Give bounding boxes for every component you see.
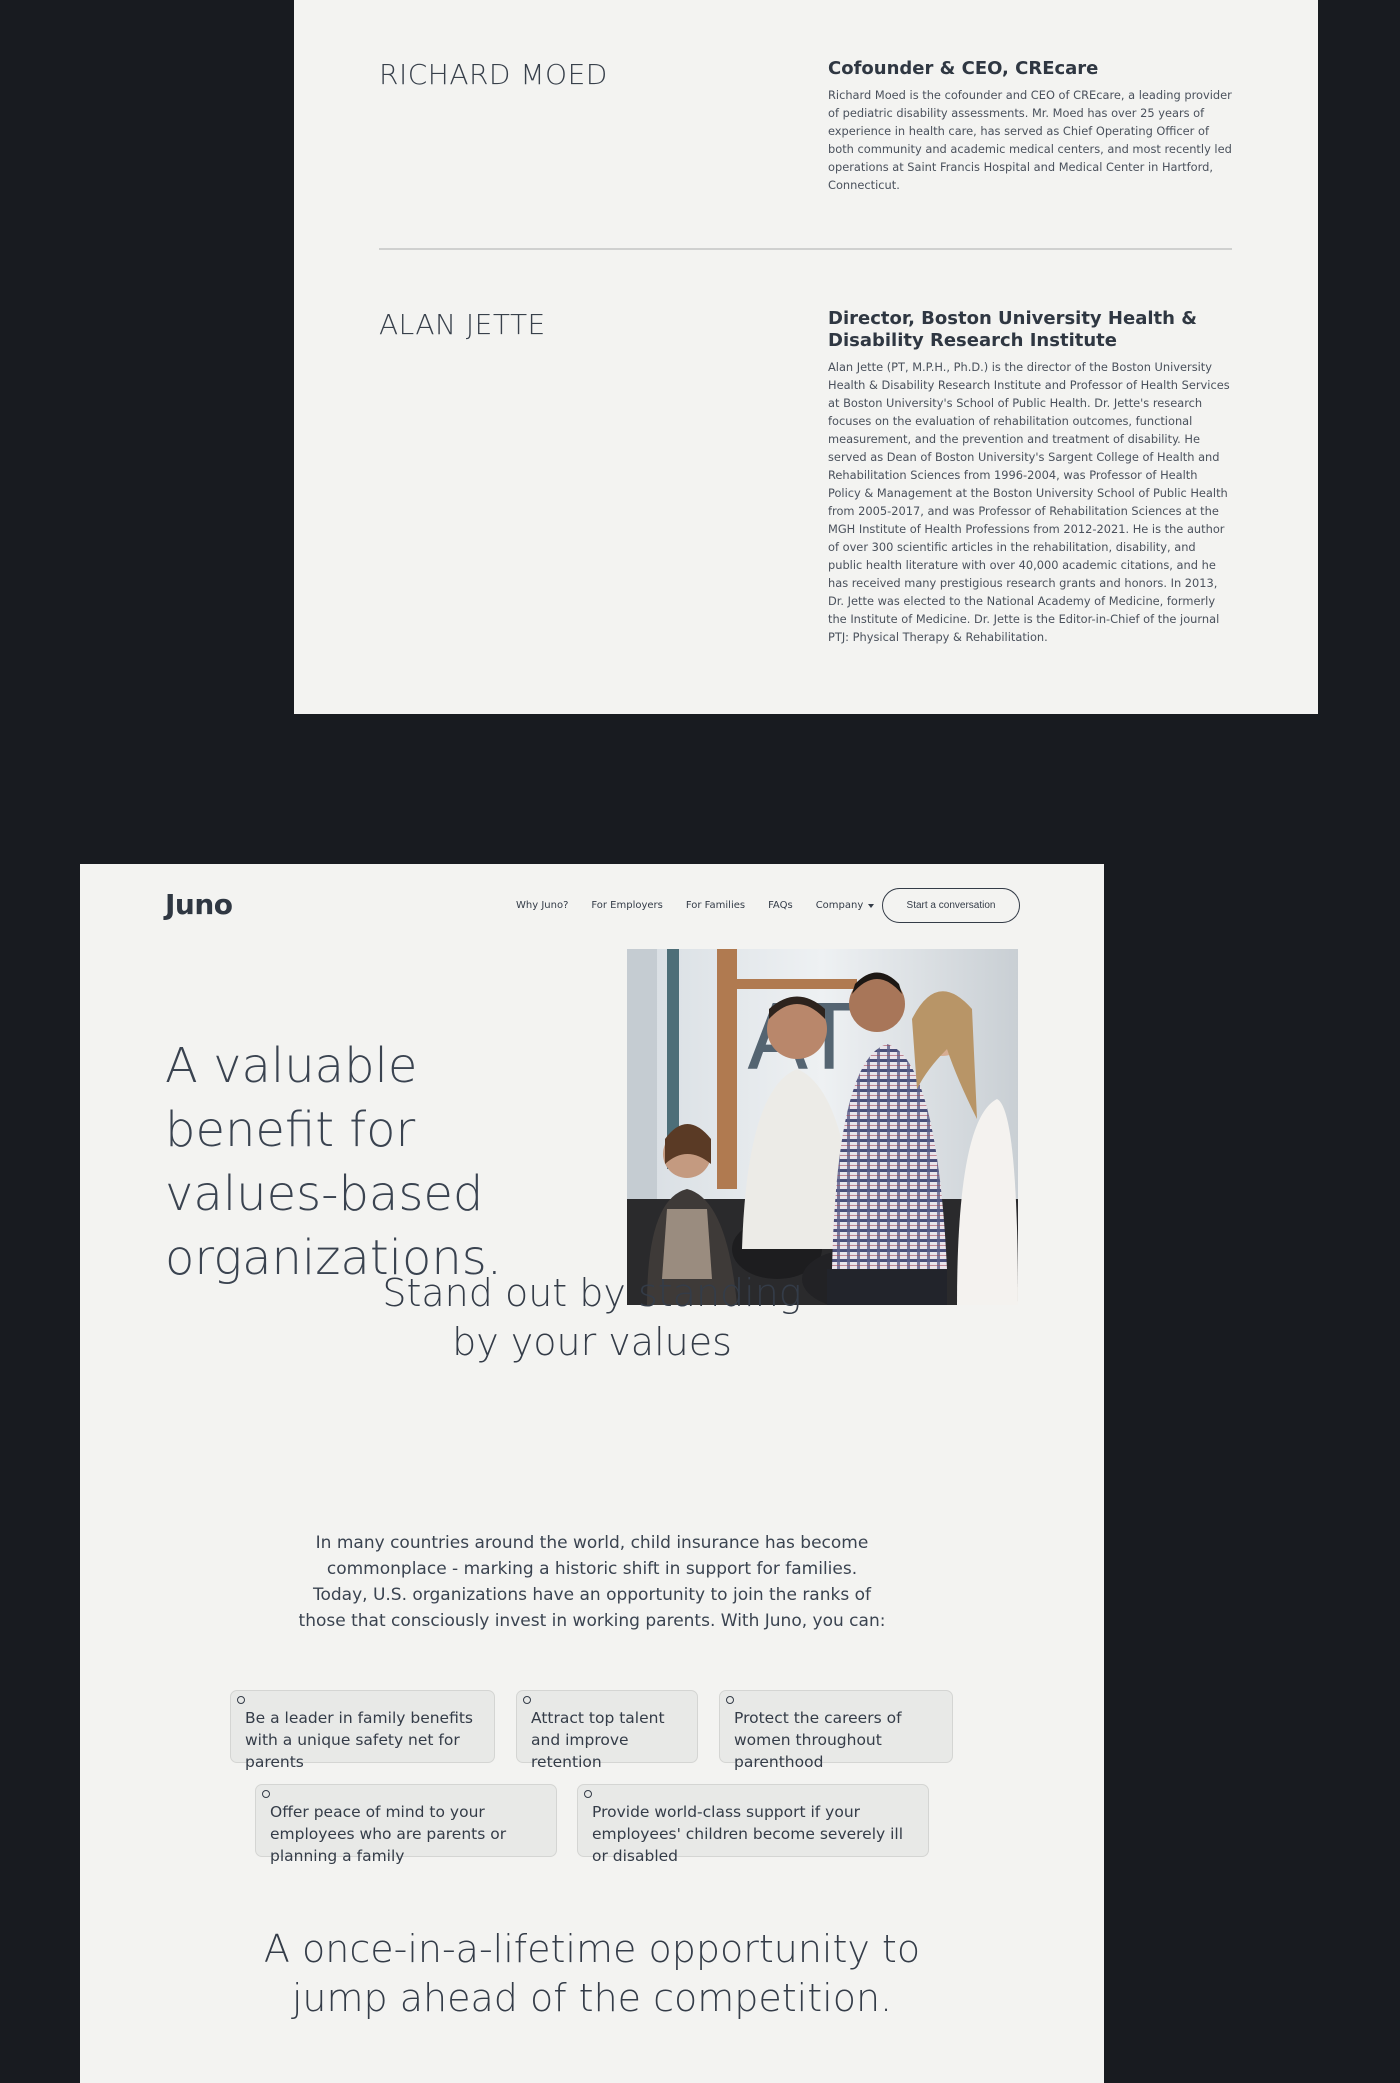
bio-name: RICHARD MOED (379, 58, 608, 91)
benefit-item: Be a leader in family benefits with a un… (230, 1690, 495, 1771)
team-photo-illustration: AT (627, 949, 1018, 1305)
bio-text: Alan Jette (PT, M.P.H., Ph.D.) is the di… (828, 360, 1230, 644)
section-title-opportunity: A once-in-a-lifetime opportunity to jump… (80, 1925, 1104, 2023)
bullet-circle-icon (523, 1696, 531, 1704)
nav-link-why-juno[interactable]: Why Juno? (516, 900, 568, 911)
benefit-text: Protect the careers of women throughout … (734, 1709, 902, 1771)
nav-links: Why Juno? For Employers For Families FAQ… (516, 900, 897, 911)
caret-down-icon (868, 903, 875, 908)
benefit-text: Attract top talent and improve retention (531, 1709, 665, 1771)
bullet-circle-icon (237, 1696, 245, 1704)
bullet-circle-icon (726, 1696, 734, 1704)
bio-role: Director, Boston University Health & Dis… (828, 308, 1197, 351)
section-title-text: A once-in-a-lifetime opportunity to jump… (263, 1927, 921, 2020)
hero-title: A valuable benefit for values-based orga… (165, 1038, 503, 1286)
section-title-values: Stand out by standing by your values (80, 1269, 1104, 1367)
benefit-text: Offer peace of mind to your employees wh… (270, 1803, 507, 1865)
hero-photo-coworkers: AT (627, 949, 1018, 1305)
bio-role: Cofounder & CEO, CREcare (828, 58, 1099, 79)
benefit-item: Provide world-class support if your empl… (577, 1784, 929, 1865)
benefit-item: Protect the careers of women throughout … (719, 1690, 953, 1771)
benefit-item: Attract top talent and improve retention (516, 1690, 698, 1771)
top-nav: Juno Why Juno? For Employers For Familie… (80, 864, 1104, 948)
bullet-circle-icon (584, 1790, 592, 1798)
bio-text: Richard Moed is the cofounder and CEO of… (828, 88, 1232, 192)
section-title-text: Stand out by standing by your values (382, 1271, 802, 1364)
juno-logo[interactable]: Juno (165, 888, 233, 921)
start-conversation-button[interactable]: Start a conversation (882, 888, 1020, 923)
nav-company-label: Company (815, 900, 864, 911)
team-bios-section: RICHARD MOED Cofounder & CEO, CREcare Ri… (294, 0, 1318, 714)
bio-name: ALAN JETTE (379, 308, 546, 341)
nav-link-for-employers[interactable]: For Employers (591, 900, 663, 911)
bullet-circle-icon (262, 1790, 270, 1798)
nav-link-for-families[interactable]: For Families (686, 900, 745, 911)
nav-link-faqs[interactable]: FAQs (768, 900, 793, 911)
benefit-item: Offer peace of mind to your employees wh… (255, 1784, 557, 1865)
intro-paragraph: In many countries around the world, chil… (298, 1533, 886, 1631)
benefit-text: Be a leader in family benefits with a un… (245, 1709, 474, 1771)
juno-employers-page: Juno Why Juno? For Employers For Familie… (80, 864, 1104, 2083)
divider (379, 248, 1232, 250)
benefit-text: Provide world-class support if your empl… (592, 1803, 904, 1865)
nav-company-dropdown[interactable]: Company (816, 900, 875, 911)
